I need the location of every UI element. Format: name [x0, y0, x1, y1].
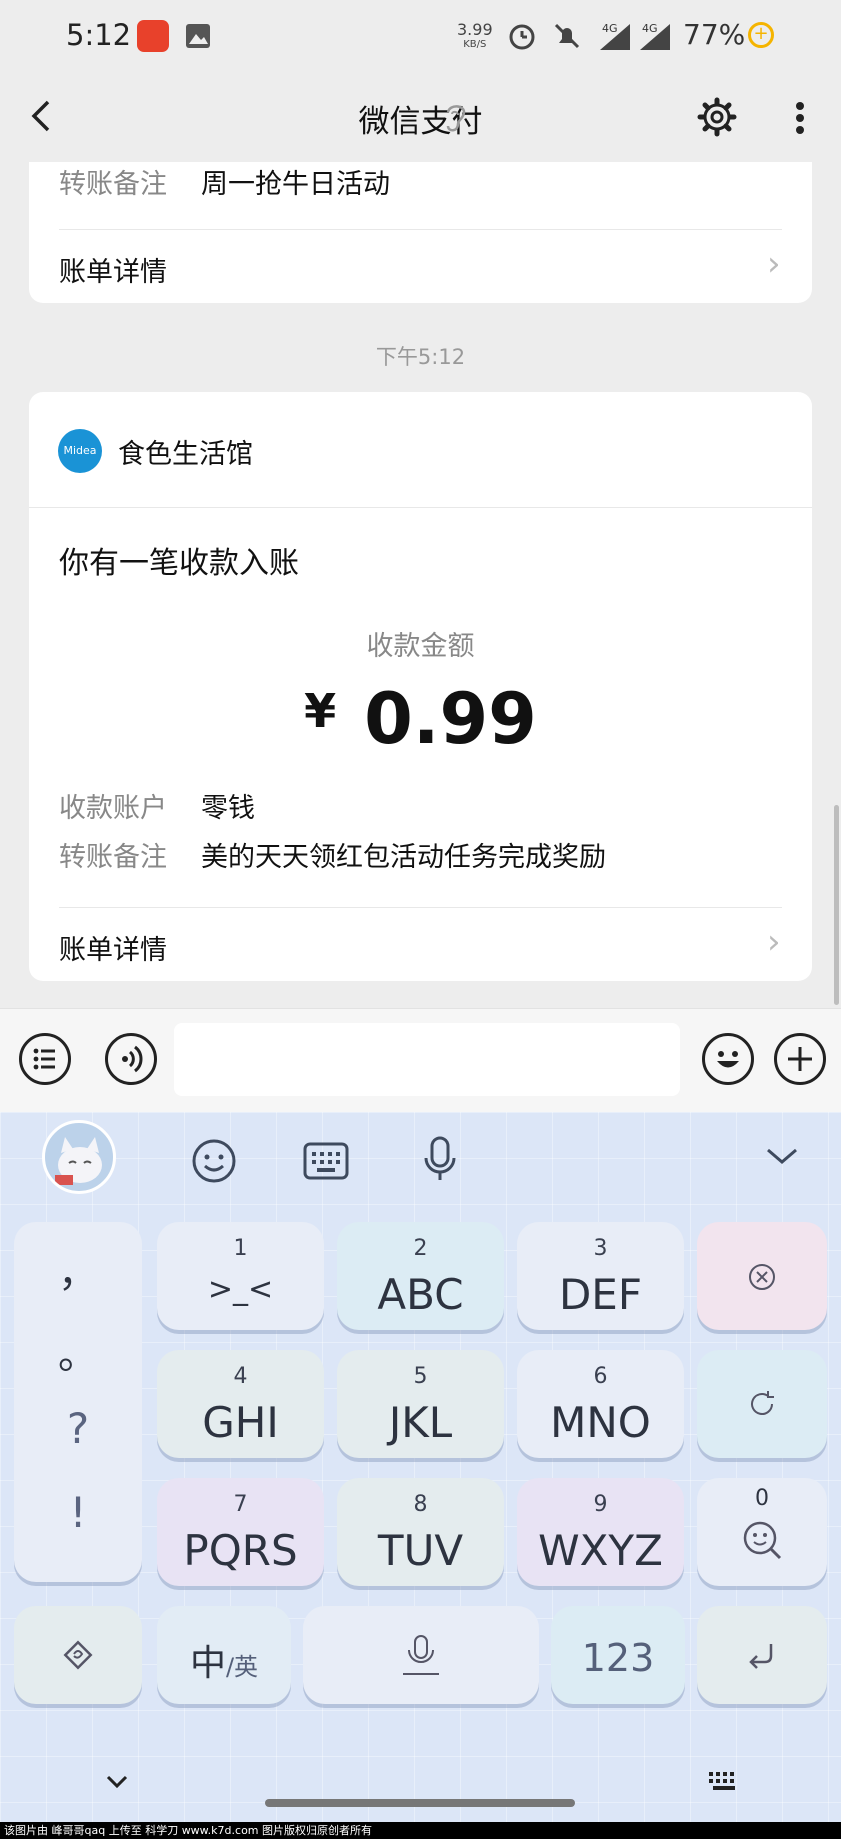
plus-icon[interactable]	[774, 1033, 826, 1085]
punct-key[interactable]: ?	[14, 1404, 142, 1453]
hide-keyboard-icon[interactable]	[104, 1772, 130, 1796]
payment-card[interactable]: Midea 食色生活馆 你有一笔收款入账 收款金额 ¥0.99 收款账户 零钱 …	[29, 392, 812, 981]
svg-text:4G: 4G	[602, 22, 618, 35]
account-value: 零钱	[201, 793, 255, 824]
signal-icon: 4G 4G	[590, 20, 680, 56]
avatar[interactable]	[42, 1120, 116, 1194]
bill-details-label: 账单详情	[59, 257, 167, 288]
emoji-icon[interactable]	[702, 1033, 754, 1085]
key-4[interactable]: 4 GHI	[157, 1350, 324, 1458]
svg-text:4G: 4G	[642, 22, 658, 35]
remark-value: 美的天天领红包活动任务完成奖励	[201, 842, 606, 873]
message-input[interactable]	[174, 1023, 680, 1096]
punctuation-column[interactable]: ， 。 ? !	[14, 1222, 142, 1582]
remark-label: 转账备注	[59, 169, 167, 200]
key-6[interactable]: 6 MNO	[517, 1350, 684, 1458]
bill-details-label: 账单详情	[59, 935, 167, 966]
settings-icon[interactable]	[696, 96, 738, 142]
battery-level: 77%	[683, 18, 746, 51]
alarm-icon	[506, 20, 538, 56]
watermark-footer: 该图片由 峰哥哥qaq 上传至 科学刀 www.k7d.com 图片版权归原创者…	[0, 1822, 841, 1839]
chevron-right-icon: ›	[767, 922, 781, 962]
keyboard: ， 。 ? ! 1 >_< 2 ABC 3 DEF 4 GHI 5 JKL 6 MNO 7P…	[0, 1112, 841, 1839]
key-8[interactable]: 8 TUV	[337, 1478, 504, 1586]
key-7[interactable]: 7 PQRS	[157, 1478, 324, 1586]
backspace-key[interactable]	[697, 1222, 827, 1330]
key-1[interactable]: 1 >_<	[157, 1222, 324, 1330]
key-0-emoji-search[interactable]: 0	[697, 1478, 827, 1586]
currency-symbol: ¥	[304, 684, 337, 738]
nav-bar: 微信支付	[0, 72, 841, 162]
keyboard-icon[interactable]	[302, 1139, 350, 1187]
emoji-search-icon	[743, 1521, 782, 1560]
microphone-icon[interactable]	[420, 1134, 460, 1188]
bill-details-row[interactable]: 账单详情 ›	[29, 230, 812, 303]
amount-display: ¥0.99	[29, 678, 812, 760]
mute-icon	[551, 20, 583, 56]
net-speed: 3.99 KB/S	[457, 20, 493, 51]
key-2[interactable]: 2 ABC	[337, 1222, 504, 1330]
enter-key[interactable]	[697, 1606, 827, 1704]
voice-icon[interactable]	[105, 1033, 157, 1085]
remark-label: 转账备注	[59, 842, 167, 873]
merchant-name: 食色生活馆	[118, 439, 253, 470]
gallery-icon	[182, 20, 214, 52]
space-key[interactable]	[303, 1606, 539, 1704]
app-badge-icon	[137, 20, 169, 52]
key-9[interactable]: 9 WXYZ	[517, 1478, 684, 1586]
account-label: 收款账户	[59, 793, 167, 824]
message-timestamp: 下午5:12	[375, 345, 466, 369]
amount-label: 收款金额	[366, 631, 475, 662]
amount-value: 0.99	[364, 678, 537, 760]
payment-heading: 你有一笔收款入账	[59, 546, 299, 581]
chevron-right-icon: ›	[767, 244, 781, 284]
chat-input-bar	[0, 1008, 841, 1113]
keyboard-switch-icon[interactable]	[707, 1770, 741, 1796]
punct-key[interactable]: 。	[14, 1322, 142, 1380]
previous-payment-card: 转账备注 周一抢牛日活动 账单详情 ›	[29, 162, 812, 303]
status-time: 5:12	[66, 18, 132, 52]
punct-key[interactable]: !	[14, 1488, 142, 1537]
home-indicator[interactable]	[265, 1799, 575, 1807]
symbol-key[interactable]	[14, 1606, 142, 1704]
language-switch-key[interactable]: 中/英	[157, 1606, 291, 1704]
scrollbar[interactable]	[834, 805, 839, 1005]
merchant-logo: Midea	[58, 429, 102, 473]
menu-list-icon[interactable]	[19, 1033, 71, 1085]
remark-value: 周一抢牛日活动	[201, 169, 390, 200]
divider	[29, 507, 812, 508]
chevron-down-icon[interactable]	[764, 1144, 800, 1172]
key-3[interactable]: 3 DEF	[517, 1222, 684, 1330]
reset-key[interactable]	[697, 1350, 827, 1458]
status-bar: 5:12 3.99 KB/S 4G 4G 77% +	[0, 0, 841, 72]
ear-icon[interactable]	[440, 102, 468, 140]
numeric-key[interactable]: 123	[551, 1606, 685, 1704]
key-5[interactable]: 5 JKL	[337, 1350, 504, 1458]
smiley-icon[interactable]	[190, 1137, 238, 1189]
punct-key[interactable]: ，	[14, 1240, 142, 1298]
bill-details-row[interactable]: 账单详情 ›	[29, 908, 812, 981]
more-icon[interactable]	[794, 100, 806, 140]
battery-saver-icon: +	[748, 22, 774, 48]
